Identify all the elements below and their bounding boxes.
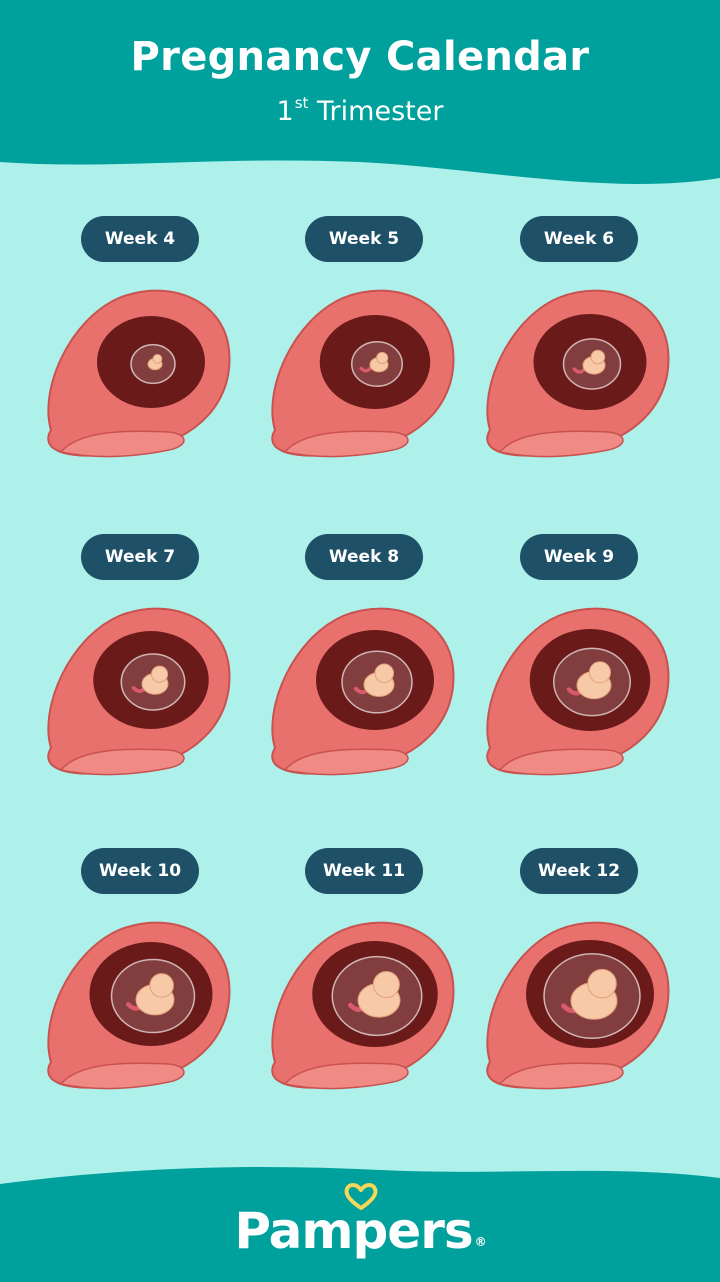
week-label-pill: Week 10	[81, 848, 199, 894]
page-subtitle: 1st Trimester	[0, 94, 720, 127]
week-label-pill: Week 12	[520, 848, 638, 894]
embryo-head	[374, 663, 395, 684]
week-card: Week 7	[39, 534, 239, 794]
week-label-pill: Week 8	[305, 534, 423, 580]
embryo-head	[587, 968, 617, 999]
uterus-week-10-icon	[47, 921, 231, 1090]
embryo-head	[588, 661, 611, 684]
week-card: Week 12	[478, 848, 678, 1108]
registered-mark: ®	[474, 1235, 487, 1249]
week-label-pill: Week 5	[305, 216, 423, 262]
embryo-head	[376, 351, 389, 365]
uterus-week-11-icon	[271, 921, 455, 1090]
uterus-week-7-icon	[47, 607, 231, 776]
page-title: Pregnancy Calendar	[130, 34, 590, 80]
week-label-pill: Week 9	[520, 534, 638, 580]
week-label-pill: Week 11	[305, 848, 423, 894]
embryo-head	[372, 971, 400, 999]
week-card: Week 6	[478, 216, 678, 476]
week-card: Week 8	[263, 534, 463, 794]
subtitle-text: Trimester	[317, 96, 444, 127]
week-label-pill: Week 7	[81, 534, 199, 580]
header-banner: Pregnancy Calendar 1st Trimester	[0, 0, 720, 200]
embryo-head	[590, 349, 606, 365]
embryo-head	[150, 665, 169, 683]
embryo-head	[152, 354, 163, 364]
week-card: Week 5	[263, 216, 463, 476]
embryo-head	[149, 973, 174, 998]
week-card: Week 9	[478, 534, 678, 794]
pampers-logo: Pampers ®	[0, 1202, 720, 1260]
uterus-week-6-icon	[486, 289, 670, 458]
footer-banner: Pampers ®	[0, 1160, 720, 1282]
brand-name: Pampers	[234, 1202, 473, 1260]
subtitle-ordinal-suffix: st	[294, 94, 309, 112]
week-card: Week 4	[39, 216, 239, 476]
uterus-week-5-icon	[271, 289, 455, 458]
uterus-week-12-icon	[486, 921, 670, 1090]
uterus-week-4-icon	[47, 289, 231, 458]
week-label-pill: Week 6	[520, 216, 638, 262]
week-card: Week 10	[39, 848, 239, 1108]
subtitle-number: 1	[276, 96, 294, 127]
uterus-week-8-icon	[271, 607, 455, 776]
uterus-week-9-icon	[486, 607, 670, 776]
week-label-pill: Week 4	[81, 216, 199, 262]
week-card: Week 11	[263, 848, 463, 1108]
